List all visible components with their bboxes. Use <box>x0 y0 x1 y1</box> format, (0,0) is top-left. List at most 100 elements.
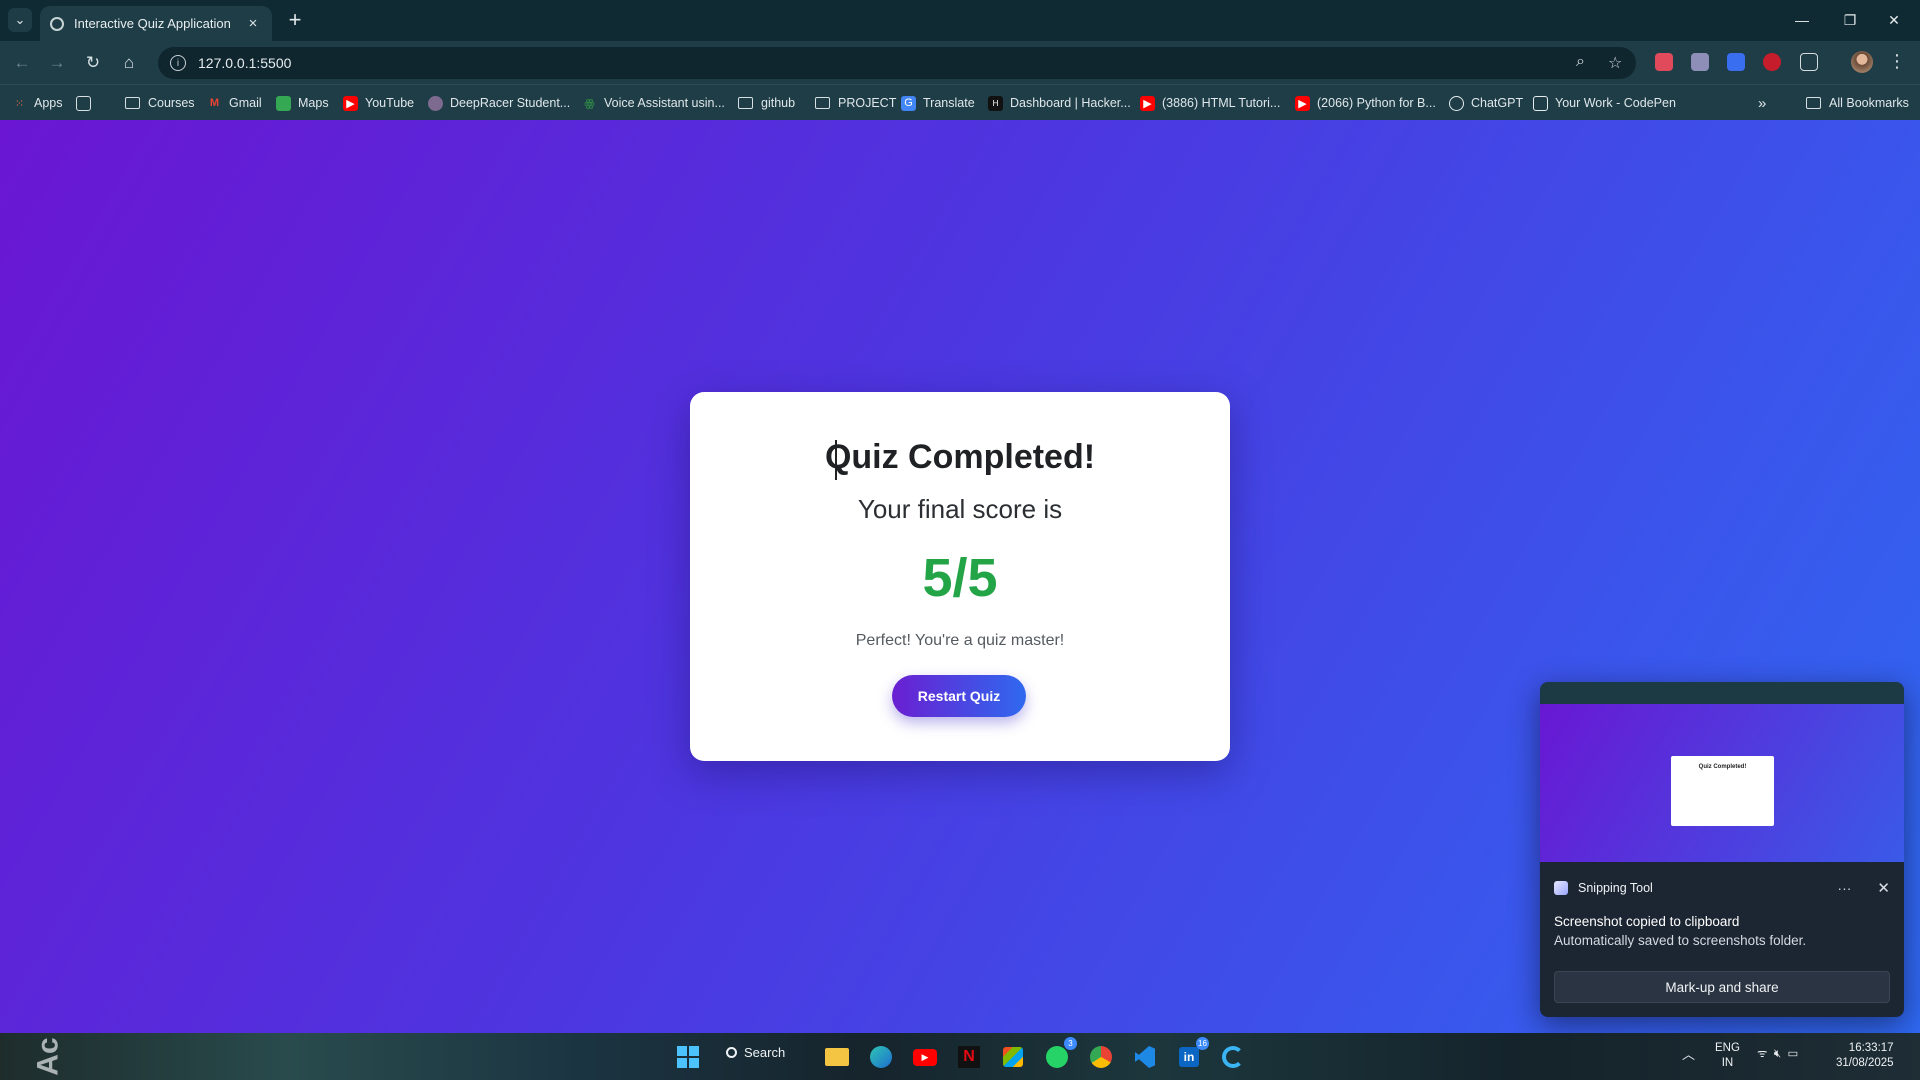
youtube-icon: ▶ <box>1295 95 1310 111</box>
result-message: Perfect! You're a quiz master! <box>855 632 1065 649</box>
show-hidden-icons-button[interactable]: ︿ <box>1682 1047 1695 1062</box>
store-button[interactable] <box>997 1041 1029 1073</box>
restart-quiz-button[interactable]: Restart Quiz <box>892 675 1026 717</box>
restore-icon: ❐ <box>1843 11 1857 28</box>
copilot-icon <box>1222 1046 1244 1068</box>
screenshot-preview[interactable]: Quiz Completed! <box>1540 682 1904 862</box>
bookmark-deepracer[interactable]: DeepRacer Student... <box>428 92 570 114</box>
preview-browser-bar <box>1540 682 1904 704</box>
extension-mail-icon[interactable] <box>1691 53 1709 71</box>
extension-block-icon[interactable] <box>1763 53 1781 71</box>
bookmark-codepen[interactable]: Your Work - CodePen <box>1533 92 1676 114</box>
volume-muted-icon: 🔇︎ <box>1773 1048 1782 1060</box>
battery-icon: ▭ <box>1787 1048 1799 1060</box>
bookmark-github[interactable]: github <box>738 92 795 114</box>
tab-groups-icon <box>76 95 91 111</box>
bookmarks-bar: ⁙ Apps Courses M Gmail Maps ▶ YouTube DeepR… <box>0 84 1920 120</box>
deepracer-icon <box>428 95 443 111</box>
bookmark-star-icon[interactable]: ☆ <box>1608 53 1622 73</box>
bookmark-voice-assistant[interactable]: ꙮ Voice Assistant usin... <box>582 92 725 114</box>
notification-app-name: Snipping Tool <box>1578 881 1653 895</box>
language-indicator[interactable]: ENG IN <box>1715 1041 1740 1071</box>
notification-header: Snipping Tool ··· ✕ <box>1554 878 1890 898</box>
notification-body: Automatically saved to screenshots folde… <box>1554 933 1807 948</box>
browser-menu-icon[interactable]: ⋮ <box>1888 51 1906 72</box>
whatsapp-button[interactable]: 3 <box>1041 1037 1077 1073</box>
all-bookmarks-button[interactable]: All Bookmarks <box>1806 92 1909 114</box>
chevron-down-icon: ⌄ <box>14 12 26 27</box>
bookmark-chatgpt[interactable]: ChatGPT <box>1449 92 1523 114</box>
preview-quiz-card: Quiz Completed! <box>1671 756 1774 826</box>
back-button[interactable]: ← <box>8 49 36 77</box>
tab-title: Interactive Quiz Application <box>74 16 231 31</box>
more-options-icon[interactable]: ··· <box>1837 880 1851 896</box>
netflix-button[interactable]: N <box>953 1041 985 1073</box>
apps-grid-icon: ⁙ <box>14 97 25 110</box>
vscode-button[interactable] <box>1129 1041 1161 1073</box>
hackerrank-icon: H <box>988 95 1003 111</box>
reload-icon: ↻ <box>85 53 101 72</box>
close-icon: ✕ <box>1888 11 1900 28</box>
tab-search-button[interactable]: ⌄ <box>8 8 32 32</box>
bookmark-gmail[interactable]: M Gmail <box>207 92 262 114</box>
reload-button[interactable]: ↻ <box>79 49 107 77</box>
bookmark-apps[interactable]: ⁙ Apps <box>12 92 63 114</box>
search-icon <box>726 1047 737 1058</box>
clock[interactable]: 16:33:17 31/08/2025 <box>1836 1041 1894 1071</box>
forward-button[interactable]: → <box>43 49 71 77</box>
home-button[interactable]: ⌂ <box>115 49 143 77</box>
network-volume-battery-button[interactable]: ᯤ 🔇︎ ▭ <box>1757 1047 1798 1062</box>
chrome-icon <box>1090 1046 1112 1068</box>
bookmark-maps[interactable]: Maps <box>276 92 329 114</box>
site-info-icon[interactable]: i <box>170 55 186 71</box>
minimize-button[interactable]: — <box>1780 6 1824 34</box>
result-heading: Quiz Completed! <box>824 438 1096 476</box>
notification-title: Screenshot copied to clipboard <box>1554 914 1740 929</box>
tab-close-button[interactable]: × <box>244 15 262 32</box>
bookmark-python[interactable]: ▶ (2066) Python for B... <box>1295 92 1436 114</box>
bookmark-youtube[interactable]: ▶ YouTube <box>343 92 414 114</box>
start-button[interactable] <box>672 1041 704 1073</box>
chevron-up-icon: ︿ <box>1682 1047 1696 1062</box>
linkedin-button[interactable]: in 16 <box>1173 1037 1209 1073</box>
youtube-icon: ▶ <box>1140 95 1155 111</box>
active-tab[interactable]: Interactive Quiz Application × <box>40 6 272 41</box>
taskbar-search[interactable]: Search <box>726 1045 785 1060</box>
profile-avatar[interactable] <box>1851 51 1873 73</box>
more-bookmarks-button[interactable]: » <box>1758 92 1766 114</box>
markup-share-button[interactable]: Mark-up and share <box>1554 971 1890 1003</box>
bookmark-project[interactable]: PROJECT <box>815 92 896 114</box>
extension-video-icon[interactable] <box>1727 53 1745 71</box>
bookmark-translate[interactable]: G Translate <box>901 92 975 114</box>
store-icon <box>1003 1047 1023 1067</box>
url-text[interactable]: 127.0.0.1:5500 <box>198 55 291 71</box>
snipping-tool-notification[interactable]: Quiz Completed! Snipping Tool ··· ✕ Scre… <box>1540 682 1904 1017</box>
maps-icon <box>276 95 291 111</box>
edge-button[interactable] <box>865 1041 897 1073</box>
quiz-result-card: Quiz Completed! Your final score is 5/5 … <box>690 392 1230 761</box>
bookmark-courses[interactable]: Courses <box>125 92 195 114</box>
close-window-button[interactable]: ✕ <box>1872 6 1916 34</box>
activate-windows-watermark: Ac <box>31 1037 64 1076</box>
new-tab-button[interactable]: + <box>283 9 307 31</box>
bookmark-tab-groups[interactable] <box>76 92 98 114</box>
bookmark-html-tutorial[interactable]: ▶ (3886) HTML Tutori... <box>1140 92 1280 114</box>
extension-cast-icon[interactable] <box>1655 53 1673 71</box>
close-icon[interactable]: ✕ <box>1877 879 1890 897</box>
youtube-icon: ▶ <box>343 95 358 111</box>
extensions-puzzle-icon[interactable] <box>1800 53 1818 71</box>
restore-button[interactable]: ❐ <box>1828 6 1872 34</box>
chrome-button[interactable] <box>1085 1041 1117 1073</box>
file-explorer-button[interactable] <box>821 1041 853 1073</box>
translate-icon: G <box>901 95 916 111</box>
edge-icon <box>870 1046 892 1068</box>
youtube-app-button[interactable]: ▶ <box>909 1041 941 1073</box>
bookmark-hackerrank[interactable]: H Dashboard | Hacker... <box>988 92 1131 114</box>
zoom-icon[interactable]: ⌕ <box>1576 53 1585 71</box>
snipping-tool-icon <box>1554 881 1568 895</box>
address-bar[interactable]: i 127.0.0.1:5500 ⌕ ☆ <box>158 47 1636 79</box>
codepen-icon <box>1533 95 1548 111</box>
whatsapp-icon <box>1046 1046 1068 1068</box>
copilot-button[interactable] <box>1217 1041 1249 1073</box>
netflix-icon: N <box>958 1046 980 1068</box>
